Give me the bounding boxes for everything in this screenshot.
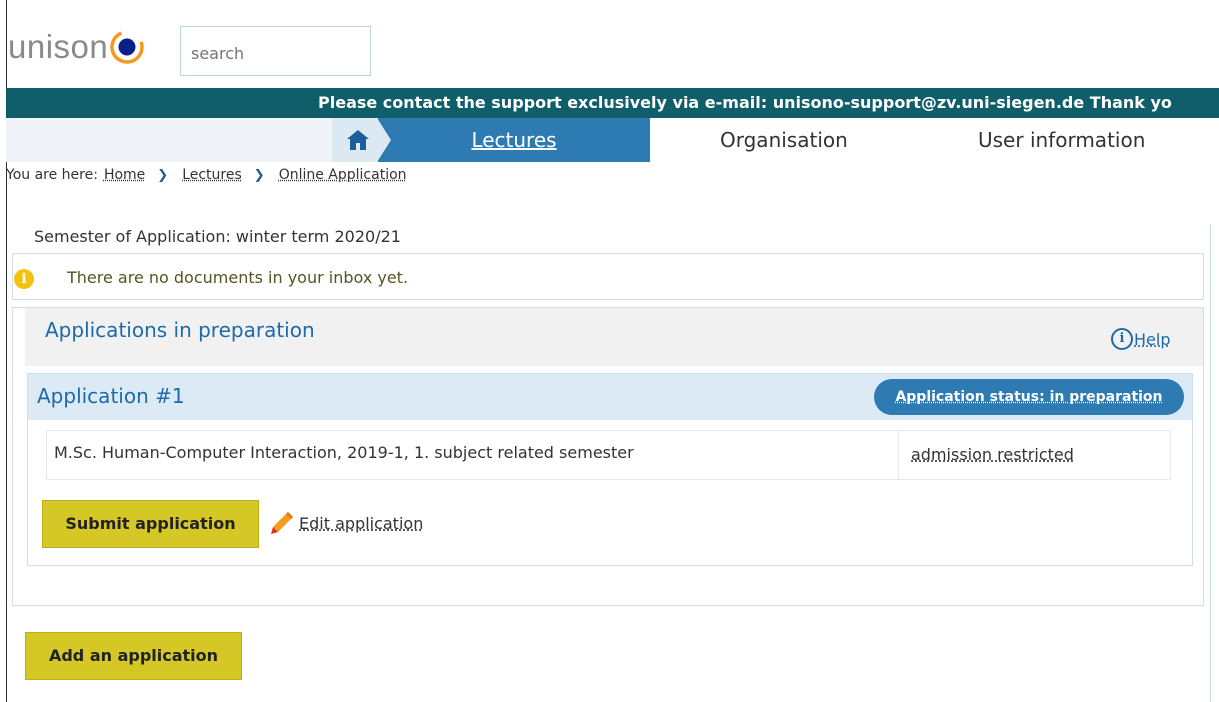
- semester-label: Semester of Application: winter term 202…: [34, 227, 401, 246]
- help-label: Help: [1134, 329, 1171, 349]
- search-input[interactable]: [191, 44, 370, 63]
- home-icon: [347, 130, 369, 150]
- submit-application-button[interactable]: Submit application: [42, 500, 259, 548]
- edit-application-label: Edit application: [299, 513, 424, 533]
- info-message: i There are no documents in your inbox y…: [12, 253, 1204, 300]
- unisono-logo[interactable]: unison: [8, 18, 145, 74]
- applications-panel: Applications in preparation i Help Appli…: [12, 307, 1204, 606]
- support-banner: Please contact the support exclusively v…: [6, 88, 1219, 118]
- content-border: [1210, 225, 1211, 702]
- tab-user-information[interactable]: User information: [978, 128, 1145, 152]
- chevron-right-icon: ❯: [253, 167, 265, 183]
- breadcrumb-online-application[interactable]: Online Application: [279, 167, 407, 183]
- nav-spacer: [6, 118, 332, 162]
- add-application-button[interactable]: Add an application: [25, 632, 242, 680]
- course-row: M.Sc. Human-Computer Interaction, 2019-1…: [46, 430, 1171, 480]
- application-status-badge[interactable]: Application status: in preparation: [874, 379, 1184, 415]
- breadcrumb: You are here: Home ❯ Lectures ❯ Online A…: [6, 167, 407, 183]
- info-icon: i: [14, 269, 34, 289]
- logo-o-icon: [109, 29, 145, 65]
- main-nav: Lectures Organisation User information: [6, 118, 1219, 162]
- application-status-text: Application status: in preparation: [895, 389, 1163, 405]
- help-link[interactable]: i Help: [1111, 328, 1170, 350]
- banner-text: Please contact the support exclusively v…: [318, 93, 1172, 112]
- pencil-icon: [271, 512, 293, 534]
- panel-title: Applications in preparation: [45, 318, 315, 342]
- divider: [898, 431, 899, 479]
- tab-lectures[interactable]: Lectures: [377, 118, 650, 162]
- tab-lectures-label: Lectures: [471, 128, 557, 152]
- breadcrumb-home[interactable]: Home: [104, 167, 145, 183]
- breadcrumb-lectures[interactable]: Lectures: [182, 167, 242, 183]
- breadcrumb-prefix: You are here:: [6, 167, 98, 183]
- applications-panel-header: Applications in preparation i Help: [25, 308, 1203, 366]
- course-name: M.Sc. Human-Computer Interaction, 2019-1…: [54, 443, 634, 462]
- info-message-text: There are no documents in your inbox yet…: [67, 268, 409, 287]
- search-box[interactable]: [180, 26, 371, 76]
- logo-text: unison: [8, 27, 109, 65]
- header: unison: [0, 0, 1219, 88]
- application-title: Application #1: [37, 384, 185, 408]
- admission-restriction-link[interactable]: admission restricted: [911, 445, 1074, 464]
- application-card: Application #1 Application status: in pr…: [27, 373, 1193, 566]
- chevron-right-icon: ❯: [157, 167, 169, 183]
- tab-organisation[interactable]: Organisation: [720, 128, 848, 152]
- info-circle-icon: i: [1111, 328, 1133, 350]
- edit-application-link[interactable]: Edit application: [269, 510, 423, 536]
- application-card-header: Application #1 Application status: in pr…: [28, 374, 1192, 420]
